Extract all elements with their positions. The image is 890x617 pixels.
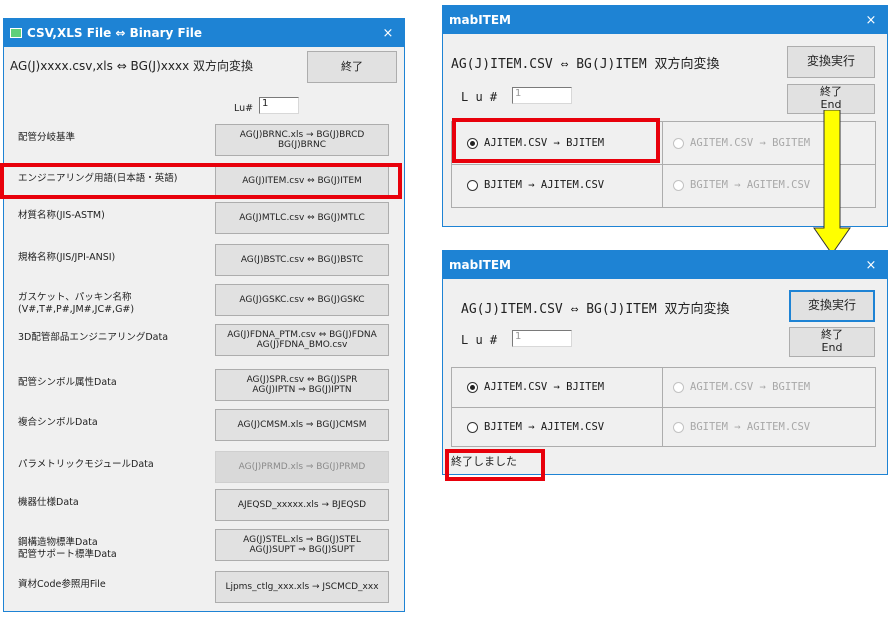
row-label: ガスケット、パッキン名称 (V#,T#,P#,JM#,JC#,G#) — [18, 292, 135, 315]
convert-button: AG(J)PRMD.xls ⇒ BG(J)PRMD — [215, 451, 389, 483]
radio-icon — [467, 179, 478, 191]
row-label: 複合シンボルData — [18, 417, 98, 428]
lu-label: Lu# — [234, 103, 254, 114]
app-icon — [10, 28, 22, 38]
title-bar: CSV,XLS File ⇔ Binary File × — [4, 19, 404, 47]
window-title: CSV,XLS File ⇔ Binary File — [27, 26, 203, 40]
down-arrow-icon — [813, 110, 851, 255]
row-label: 規格名称(JIS/JPI-ANSI) — [18, 252, 116, 263]
lu-label: L u # — [461, 90, 498, 104]
close-icon[interactable]: × — [855, 13, 887, 28]
radio-selected-icon — [467, 381, 478, 393]
exit-button[interactable]: 終了 — [307, 51, 397, 83]
option-bgitem-to-agitem: BGITEM → AGITEM.CSV — [673, 179, 810, 191]
convert-button[interactable]: AJEQSD_xxxxx.xls → BJEQSD — [215, 489, 389, 521]
option-agitem-to-bgitem: AGITEM.CSV → BGITEM — [673, 381, 810, 393]
lu-input[interactable]: 1 — [259, 97, 299, 114]
convert-button[interactable]: AG(J)STEL.xls ⇒ BG(J)STEL AG(J)SUPT ⇒ BG… — [215, 529, 389, 561]
lu-label: L u # — [461, 333, 498, 347]
row-label: 配管シンボル属性Data — [18, 377, 117, 388]
option-bjitem-to-ajitem[interactable]: BJITEM → AJITEM.CSV — [467, 421, 604, 433]
convert-button[interactable]: AG(J)FDNA_PTM.csv ⇔ BG(J)FDNA AG(J)FDNA_… — [215, 324, 389, 356]
convert-button[interactable]: AG(J)BRNC.xls → BG(J)BRCD BG(J)BRNC — [215, 124, 389, 156]
exit-button[interactable]: 終了 End — [789, 327, 875, 357]
lu-input[interactable]: 1 — [512, 330, 572, 347]
convert-button[interactable]: AG(J)GSKC.csv ⇔ BG(J)GSKC — [215, 284, 389, 316]
row-label: 機器仕様Data — [18, 497, 79, 508]
close-icon[interactable]: × — [372, 26, 404, 41]
close-icon[interactable]: × — [855, 258, 887, 273]
window-title: mabITEM — [449, 13, 511, 27]
option-agitem-to-bgitem: AGITEM.CSV → BGITEM — [673, 137, 810, 149]
radio-icon — [673, 137, 684, 149]
radio-icon — [673, 179, 684, 191]
header-text: AG(J)xxxx.csv,xls ⇔ BG(J)xxxx 双方向変換 — [10, 59, 254, 73]
highlight-box — [452, 118, 660, 163]
option-ajitem-to-bjitem[interactable]: AJITEM.CSV → BJITEM — [467, 381, 604, 393]
header-text: AG(J)ITEM.CSV ⇔ BG(J)ITEM 双方向変換 — [461, 302, 730, 317]
lu-input[interactable]: 1 — [512, 87, 572, 104]
radio-icon — [673, 381, 684, 393]
row-label: 配管分岐基準 — [18, 132, 76, 143]
convert-button[interactable]: Ljpms_ctlg_xxx.xls → JSCMCD_xxx — [215, 571, 389, 603]
run-button[interactable]: 変換実行 — [787, 46, 875, 78]
title-bar: mabITEM × — [443, 251, 887, 279]
row-label: 材質名称(JIS-ASTM) — [18, 210, 105, 221]
row-label: パラメトリックモジュールData — [18, 459, 154, 470]
radio-icon — [673, 421, 684, 433]
grid-divider — [451, 407, 876, 408]
option-bgitem-to-agitem: BGITEM → AGITEM.CSV — [673, 421, 810, 433]
convert-button[interactable]: AG(J)SPR.csv ⇔ BG(J)SPR AG(J)IPTN ⇒ BG(J… — [215, 369, 389, 401]
title-bar: mabITEM × — [443, 6, 887, 34]
convert-button[interactable]: AG(J)BSTC.csv ⇔ BG(J)BSTC — [215, 244, 389, 276]
highlight-box — [0, 163, 402, 199]
row-label: 3D配管部品エンジニアリングData — [18, 332, 169, 343]
window-title: mabITEM — [449, 258, 511, 272]
highlight-box — [445, 449, 545, 481]
row-label: 資材Code参照用File — [18, 579, 106, 590]
row-label: 鋼構造物標準Data 配管サポート標準Data — [18, 537, 117, 560]
radio-icon — [467, 421, 478, 433]
convert-button[interactable]: AG(J)MTLC.csv ⇔ BG(J)MTLC — [215, 202, 389, 234]
header-text: AG(J)ITEM.CSV ⇔ BG(J)ITEM 双方向変換 — [451, 57, 720, 72]
mabitem-window-bottom: mabITEM × AG(J)ITEM.CSV ⇔ BG(J)ITEM 双方向変… — [442, 250, 888, 475]
option-bjitem-to-ajitem[interactable]: BJITEM → AJITEM.CSV — [467, 179, 604, 191]
convert-button[interactable]: AG(J)CMSM.xls ⇒ BG(J)CMSM — [215, 409, 389, 441]
run-button[interactable]: 変換実行 — [789, 290, 875, 322]
csv-xls-binary-window: CSV,XLS File ⇔ Binary File × AG(J)xxxx.c… — [3, 18, 405, 612]
